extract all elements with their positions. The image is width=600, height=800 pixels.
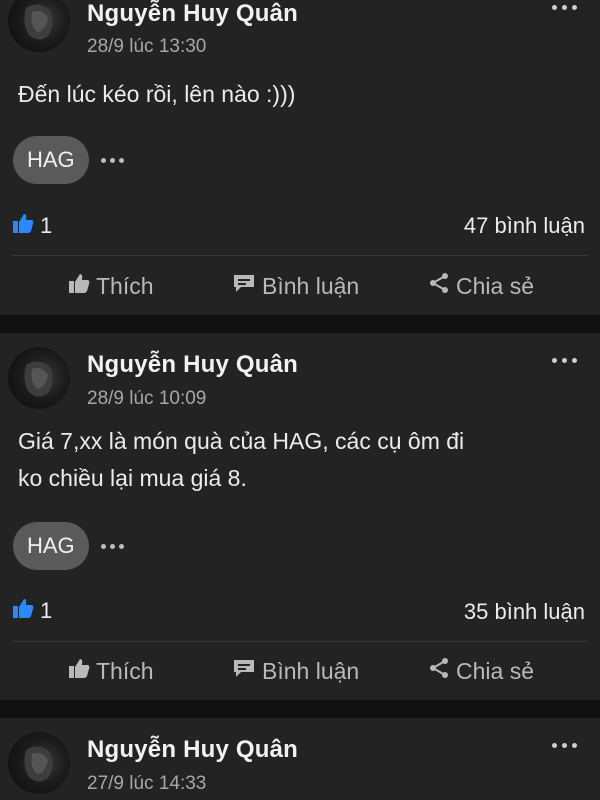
post-card: Nguyễn Huy Quân 28/9 lúc 13:30 Đến lúc k… bbox=[0, 0, 600, 315]
share-button[interactable]: Chia sẻ bbox=[428, 654, 534, 688]
like-reaction-icon bbox=[12, 597, 34, 625]
like-button[interactable]: Thích bbox=[68, 654, 154, 688]
author-name[interactable]: Nguyễn Huy Quân bbox=[87, 736, 298, 764]
hashtag-chip[interactable]: HAG bbox=[13, 522, 89, 570]
more-options-icon[interactable] bbox=[552, 2, 580, 12]
share-icon bbox=[428, 272, 450, 300]
thumbs-up-icon bbox=[68, 272, 90, 300]
comment-label: Bình luận bbox=[262, 657, 360, 684]
share-label: Chia sẻ bbox=[456, 272, 534, 299]
post-text-line: ko chiều lại mua giá 8. bbox=[18, 465, 247, 491]
comment-button[interactable]: Bình luận bbox=[232, 654, 359, 688]
author-name[interactable]: Nguyễn Huy Quân bbox=[87, 0, 298, 28]
more-options-icon[interactable] bbox=[552, 355, 580, 365]
share-icon bbox=[428, 657, 450, 685]
avatar[interactable] bbox=[8, 0, 70, 52]
post-card: Nguyễn Huy Quân 28/9 lúc 10:09 Giá 7,xx … bbox=[0, 333, 600, 700]
comment-icon bbox=[232, 657, 256, 685]
post-text-line: Giá 7,xx là món quà của HAG, các cụ ôm đ… bbox=[18, 428, 465, 454]
hashtag-chip[interactable]: HAG bbox=[13, 136, 89, 184]
like-count: 1 bbox=[40, 213, 53, 238]
comment-label: Bình luận bbox=[262, 272, 360, 299]
like-label: Thích bbox=[96, 657, 154, 684]
thumbs-up-icon bbox=[68, 657, 90, 685]
avatar[interactable] bbox=[8, 347, 70, 409]
avatar[interactable] bbox=[8, 732, 70, 794]
comment-icon bbox=[232, 272, 256, 300]
comment-count[interactable]: 47 bình luận bbox=[464, 213, 585, 239]
post-text: Đến lúc kéo rồi, lên nào :))) bbox=[18, 76, 582, 113]
share-button[interactable]: Chia sẻ bbox=[428, 269, 534, 303]
comment-button[interactable]: Bình luận bbox=[232, 269, 359, 303]
like-label: Thích bbox=[96, 272, 154, 299]
author-name[interactable]: Nguyễn Huy Quân bbox=[87, 351, 298, 379]
comment-count[interactable]: 35 bình luận bbox=[464, 599, 585, 625]
like-button[interactable]: Thích bbox=[68, 269, 154, 303]
share-label: Chia sẻ bbox=[456, 657, 534, 684]
post-timestamp[interactable]: 27/9 lúc 14:33 bbox=[87, 773, 206, 795]
post-text: Giá 7,xx là món quà của HAG, các cụ ôm đ… bbox=[18, 423, 582, 497]
post-text-line: Đến lúc kéo rồi, lên nào :))) bbox=[18, 81, 296, 107]
post-card: Nguyễn Huy Quân 27/9 lúc 14:33 bbox=[0, 718, 600, 800]
post-timestamp[interactable]: 28/9 lúc 13:30 bbox=[87, 36, 206, 58]
post-timestamp[interactable]: 28/9 lúc 10:09 bbox=[87, 388, 206, 410]
divider bbox=[12, 641, 588, 642]
divider bbox=[12, 255, 588, 256]
more-options-icon[interactable] bbox=[552, 740, 580, 750]
tag-more-icon[interactable] bbox=[101, 541, 125, 551]
like-count: 1 bbox=[40, 598, 53, 623]
reaction-summary[interactable]: 1 bbox=[12, 212, 52, 240]
tag-more-icon[interactable] bbox=[101, 155, 125, 165]
like-reaction-icon bbox=[12, 212, 34, 240]
reaction-summary[interactable]: 1 bbox=[12, 597, 52, 625]
